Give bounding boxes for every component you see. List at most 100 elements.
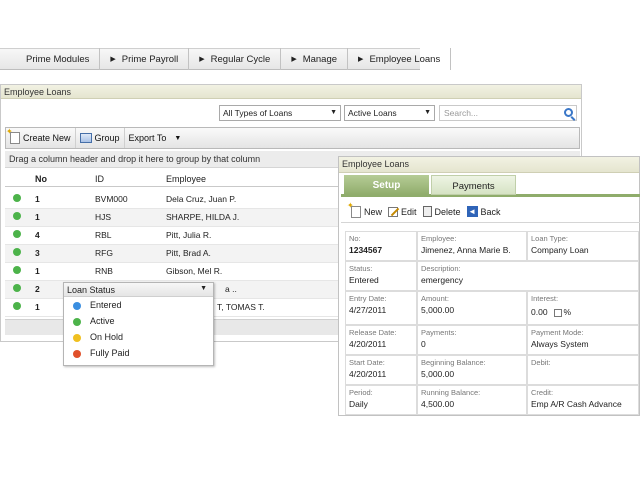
cell-no: 1: [35, 266, 40, 276]
field-value: Emp A/R Cash Advance: [531, 399, 622, 409]
status-dot-icon: [73, 334, 81, 342]
cell-id: RFG: [95, 248, 113, 258]
breadcrumb-prime-payroll[interactable]: ▶ Prime Payroll: [100, 48, 190, 70]
status-dot-icon: [13, 212, 21, 220]
tab-payments[interactable]: Payments: [431, 175, 516, 195]
cell-employee: Pitt, Julia R.: [166, 230, 212, 240]
status-option-fully-paid[interactable]: Fully Paid: [64, 345, 213, 361]
new-document-icon: [6, 127, 20, 144]
field-value: 1234567: [349, 245, 383, 255]
status-option-label: Fully Paid: [90, 348, 130, 358]
dropdown-arrow-icon: ▼: [424, 109, 431, 116]
status-option-active[interactable]: Active: [64, 313, 213, 329]
dropdown-arrow-icon: ▼: [200, 285, 207, 292]
breadcrumb-label: Prime Payroll: [121, 53, 179, 65]
cell-no: 2: [35, 284, 40, 294]
field-label: Beginning Balance:: [421, 358, 486, 367]
field-employee: Employee: Jimenez, Anna Marie B.: [417, 231, 527, 261]
field-period: Period: Daily: [345, 385, 417, 415]
export-to-button[interactable]: Export To ▼: [125, 128, 186, 148]
interest-checkbox[interactable]: [553, 308, 562, 317]
group-icon: [79, 133, 92, 143]
detail-tabs: Setup Payments: [341, 175, 640, 197]
field-release-date: Release Date: 4/20/2011: [345, 325, 417, 355]
breadcrumb-regular-cycle[interactable]: ▶ Regular Cycle: [189, 48, 282, 70]
field-value: 4/20/2011: [349, 369, 387, 379]
field-label: No:: [349, 234, 361, 243]
triangle-right-icon: ▶: [110, 56, 116, 63]
status-option-entered[interactable]: Entered: [64, 297, 213, 313]
field-value: Entered: [349, 275, 379, 285]
column-header-id[interactable]: ID: [95, 174, 104, 184]
field-value: 5,000.00: [421, 369, 455, 379]
field-value: 4/20/2011: [349, 339, 387, 349]
field-label: Status:: [349, 264, 373, 273]
loan-status-filter-select[interactable]: Active Loans ▼: [344, 105, 435, 121]
field-value: Daily: [349, 399, 368, 409]
field-label: Entry Date:: [349, 294, 387, 303]
back-arrow-icon: ◄: [466, 206, 478, 217]
triangle-right-icon: ▶: [291, 56, 297, 63]
breadcrumb-manage[interactable]: ▶ Manage: [281, 48, 349, 70]
back-button[interactable]: ◄ Back: [464, 206, 504, 217]
detail-panel-title: Employee Loans: [339, 157, 639, 173]
field-payment-mode: Payment Mode: Always System: [527, 325, 639, 355]
field-value: 5,000.00: [421, 305, 455, 315]
status-dot-icon: [13, 248, 21, 256]
delete-label: Delete: [434, 206, 461, 217]
field-value: Always System: [531, 339, 589, 349]
create-new-button[interactable]: Create New: [6, 127, 76, 148]
column-header-no[interactable]: No: [35, 174, 47, 184]
breadcrumb: Prime Modules ▶ Prime Payroll ▶ Regular Cy…: [0, 48, 452, 70]
loan-status-header[interactable]: Loan Status ▼: [64, 283, 213, 297]
column-header-employee[interactable]: Employee: [166, 174, 206, 184]
new-button[interactable]: New: [341, 201, 385, 218]
employee-loan-detail-panel: Employee Loans Setup Payments New Edit D…: [338, 156, 640, 416]
create-new-label: Create New: [23, 133, 71, 143]
edit-label: Edit: [401, 206, 417, 217]
cell-no: 1: [35, 194, 40, 204]
delete-button[interactable]: Delete: [420, 206, 464, 217]
cell-id: HJS: [95, 212, 112, 222]
breadcrumb-label: Employee Loans: [369, 53, 441, 65]
dropdown-arrow-icon: ▼: [174, 134, 182, 142]
cell-employee: Gibson, Mel R.: [166, 266, 223, 276]
loan-type-value: All Types of Loans: [223, 108, 293, 118]
edit-button[interactable]: Edit: [385, 206, 420, 217]
field-label: Description:: [421, 264, 461, 273]
field-no: No: 1234567: [345, 231, 417, 261]
field-label: Debit:: [531, 358, 551, 367]
field-value: 4,500.00: [421, 399, 455, 409]
field-credit: Credit: Emp A/R Cash Advance: [527, 385, 639, 415]
loan-type-select[interactable]: All Types of Loans ▼: [219, 105, 341, 121]
field-value: Jimenez, Anna Marie B.: [421, 245, 511, 255]
group-button[interactable]: Group: [76, 128, 125, 148]
loan-status-title: Loan Status: [67, 285, 116, 295]
cell-id: BVM000: [95, 194, 128, 204]
new-label: New: [364, 206, 383, 217]
field-label: Interest:: [531, 294, 559, 303]
field-label: Payment Mode:: [531, 328, 584, 337]
delete-icon: [422, 206, 432, 217]
tab-setup[interactable]: Setup: [344, 175, 429, 195]
cell-employee: T, TOMAS T.: [217, 302, 265, 312]
status-option-on-hold[interactable]: On Hold: [64, 329, 213, 345]
edit-icon: [388, 206, 399, 217]
status-dot-icon: [13, 230, 21, 238]
cell-employee: a ..: [225, 284, 237, 294]
status-dot-icon: [13, 302, 21, 310]
search-input[interactable]: Search...: [439, 105, 577, 121]
status-dot-icon: [73, 318, 81, 326]
field-debit: Debit:: [527, 355, 639, 385]
group-label: Group: [94, 133, 120, 143]
breadcrumb-prime-modules[interactable]: Prime Modules: [0, 48, 101, 70]
field-label: Loan Type:: [531, 234, 568, 243]
search-icon[interactable]: [564, 108, 573, 117]
search-placeholder: Search...: [444, 108, 479, 118]
field-label: Employee:: [421, 234, 457, 243]
field-label: Period:: [349, 388, 373, 397]
breadcrumb-label: Prime Modules: [26, 53, 90, 65]
cell-no: 4: [35, 230, 40, 240]
breadcrumb-employee-loans[interactable]: ▶ Employee Loans: [348, 48, 452, 70]
dropdown-arrow-icon: ▼: [330, 109, 337, 116]
